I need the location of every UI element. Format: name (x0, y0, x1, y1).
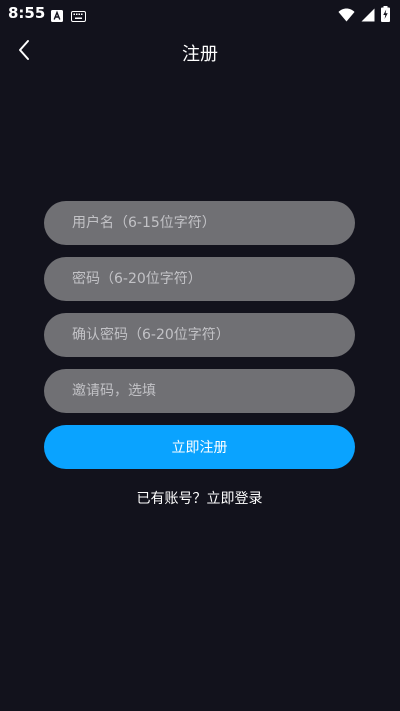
login-question: 已有账号？ (136, 491, 207, 507)
status-time: 8:55 (8, 4, 46, 22)
status-bar: 8:55 (0, 0, 400, 28)
wifi-icon (338, 7, 355, 26)
password-input[interactable] (72, 271, 327, 287)
header: 注册 (0, 30, 400, 74)
confirm-password-input[interactable] (72, 327, 327, 343)
app-a-icon (51, 7, 63, 26)
page-title: 注册 (182, 44, 218, 65)
status-system-icons (338, 6, 390, 26)
login-prompt: 已有账号？立即登录 (44, 488, 355, 508)
invite-code-input[interactable] (72, 383, 327, 399)
battery-charging-icon (381, 6, 390, 26)
invite-code-field-container (44, 369, 355, 413)
username-input[interactable] (72, 215, 327, 231)
password-field-container (44, 257, 355, 301)
username-field-container (44, 201, 355, 245)
keyboard-icon (71, 7, 86, 26)
confirm-password-field-container (44, 313, 355, 357)
login-link[interactable]: 立即登录 (207, 491, 263, 507)
register-form: 立即注册 已有账号？立即登录 (44, 201, 355, 508)
status-notification-icons (51, 7, 86, 26)
signal-icon (361, 7, 375, 26)
register-button[interactable]: 立即注册 (44, 425, 355, 469)
